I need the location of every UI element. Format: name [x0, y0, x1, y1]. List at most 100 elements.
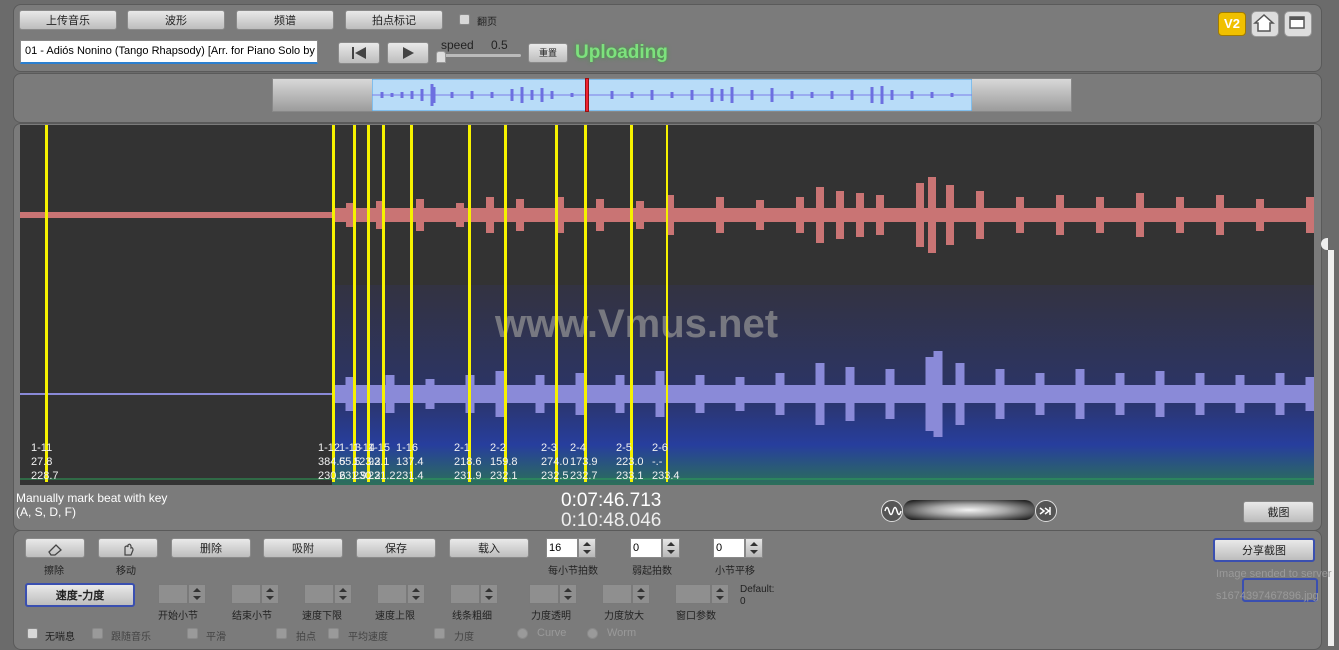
beat-marker[interactable] — [367, 125, 370, 482]
force-label: 力度 — [454, 632, 474, 643]
bar-shift-label: 小节平移 — [715, 566, 755, 577]
force-opacity-input — [529, 584, 559, 604]
smooth-checkbox[interactable] — [187, 628, 198, 639]
fast-forward-wave-icon — [1039, 507, 1051, 515]
beats-per-bar-stepper[interactable] — [578, 538, 596, 558]
hint-line-2: (A, S, D, F) — [16, 505, 76, 519]
curve-radio[interactable] — [517, 628, 528, 639]
hint-line-1: Manually mark beat with key — [16, 491, 168, 505]
waveform-button[interactable]: 波形 — [127, 10, 225, 30]
snap-button[interactable]: 吸附 — [263, 538, 343, 558]
hand-icon — [124, 543, 134, 556]
no-breath-label: 无喘息 — [45, 632, 75, 643]
beat-marker[interactable] — [468, 125, 471, 482]
load-button[interactable]: 载入 — [449, 538, 529, 558]
file-name-field[interactable]: 01 - Adiós Nonino (Tango Rhapsody) [Arr.… — [20, 40, 318, 64]
beat-marker[interactable] — [410, 125, 413, 482]
beat-points-checkbox[interactable] — [276, 628, 287, 639]
play-button[interactable] — [387, 42, 429, 64]
speed-max-stepper — [407, 584, 425, 604]
watermark: www.Vmus.net — [495, 302, 779, 346]
beat-marker[interactable] — [504, 125, 507, 482]
share-screenshot-button[interactable]: 分享截图 — [1213, 538, 1315, 562]
beat-mark-button[interactable]: 拍点标记 — [345, 10, 443, 30]
home-icon — [1253, 13, 1275, 32]
beat-marker[interactable] — [666, 125, 668, 482]
window-param-stepper — [711, 584, 729, 604]
time-total: 0:10:48.046 — [561, 510, 662, 531]
pickup-beats-label: 弱起拍数 — [632, 566, 672, 577]
beat-marker[interactable] — [45, 125, 48, 482]
force-zoom-label: 力度放大 — [604, 611, 644, 622]
file-id: s1674397467896.jpg — [1216, 590, 1319, 602]
delete-button[interactable]: 删除 — [171, 538, 251, 558]
pickup-beats-stepper[interactable] — [662, 538, 680, 558]
speed-label: speed — [441, 38, 474, 52]
avg-speed-checkbox[interactable] — [328, 628, 339, 639]
wave-right-icon[interactable] — [1035, 500, 1057, 522]
marker-label: 1-11 27.8 228.7 — [31, 442, 59, 482]
marker-label: 1-16 137.4 231.4 — [396, 442, 424, 482]
spectrum-button[interactable]: 频谱 — [236, 10, 334, 30]
scroll-handle[interactable] — [1321, 238, 1328, 250]
window-button[interactable] — [1284, 11, 1312, 37]
bar-shift-stepper[interactable] — [745, 538, 763, 558]
speed-slider[interactable] — [437, 54, 521, 57]
skip-back-icon — [352, 47, 366, 59]
follow-music-checkbox[interactable] — [92, 628, 103, 639]
force-opacity-stepper — [559, 584, 577, 604]
vertical-scrollbar[interactable] — [1328, 250, 1334, 646]
marker-label: 2-4 173.9 232.7 — [570, 442, 598, 482]
move-button[interactable] — [98, 538, 158, 558]
speed-slider-thumb[interactable] — [436, 51, 446, 63]
beat-marker[interactable] — [584, 125, 587, 482]
start-bar-stepper — [188, 584, 206, 604]
beat-marker[interactable] — [555, 125, 558, 482]
wave-left-icon[interactable] — [881, 500, 903, 522]
move-label: 移动 — [116, 566, 136, 577]
start-bar-input — [158, 584, 188, 604]
marker-label: 2-1 218.6 231.9 — [454, 442, 482, 482]
worm-radio[interactable] — [587, 628, 598, 639]
erase-button[interactable] — [25, 538, 85, 558]
upload-status: Uploading — [575, 42, 668, 63]
volume-slider[interactable] — [903, 500, 1035, 520]
default-label: Default: — [740, 584, 775, 595]
worm-label: Worm — [607, 627, 637, 639]
line-width-stepper — [480, 584, 498, 604]
marker-label: 2-6 -.- 233.4 — [652, 442, 680, 482]
beats-per-bar-input[interactable]: 16 — [546, 538, 578, 558]
marker-label: 2-2 159.8 232.1 — [490, 442, 518, 482]
speed-force-button[interactable]: 速度-力度 — [25, 583, 135, 607]
reset-button[interactable]: 重置 — [528, 43, 568, 63]
window-icon — [1289, 16, 1305, 29]
overview-playhead[interactable] — [585, 78, 589, 112]
window-param-label: 窗口参数 — [676, 611, 716, 622]
prev-button[interactable] — [338, 42, 380, 64]
flip-page-checkbox[interactable] — [459, 14, 470, 25]
beat-marker[interactable] — [332, 125, 335, 482]
no-breath-checkbox[interactable] — [27, 628, 38, 639]
speed-max-label: 速度上限 — [375, 611, 415, 622]
screenshot-button[interactable]: 截图 — [1243, 501, 1314, 523]
beat-marker[interactable] — [382, 125, 385, 482]
beat-marker[interactable] — [630, 125, 633, 482]
beat-points-label: 拍点 — [296, 632, 316, 643]
save-button[interactable]: 保存 — [356, 538, 436, 558]
marker-label: 2-5 223.0 233.1 — [616, 442, 644, 482]
time-current: 0:07:46.713 — [561, 490, 662, 511]
v2-badge[interactable]: V2 — [1218, 12, 1246, 36]
start-bar-label: 开始小节 — [158, 611, 198, 622]
marker-label: 2-3 274.0 232.5 — [541, 442, 569, 482]
force-zoom-stepper — [632, 584, 650, 604]
home-button[interactable] — [1251, 11, 1279, 37]
bar-shift-input[interactable]: 0 — [713, 538, 745, 558]
upload-music-button[interactable]: 上传音乐 — [19, 10, 117, 30]
force-checkbox[interactable] — [434, 628, 445, 639]
speed-max-input — [377, 584, 407, 604]
beat-marker[interactable] — [353, 125, 356, 482]
line-width-input — [450, 584, 480, 604]
pickup-beats-input[interactable]: 0 — [630, 538, 662, 558]
curve-label: Curve — [537, 627, 567, 639]
overview-waveform[interactable] — [372, 79, 972, 111]
